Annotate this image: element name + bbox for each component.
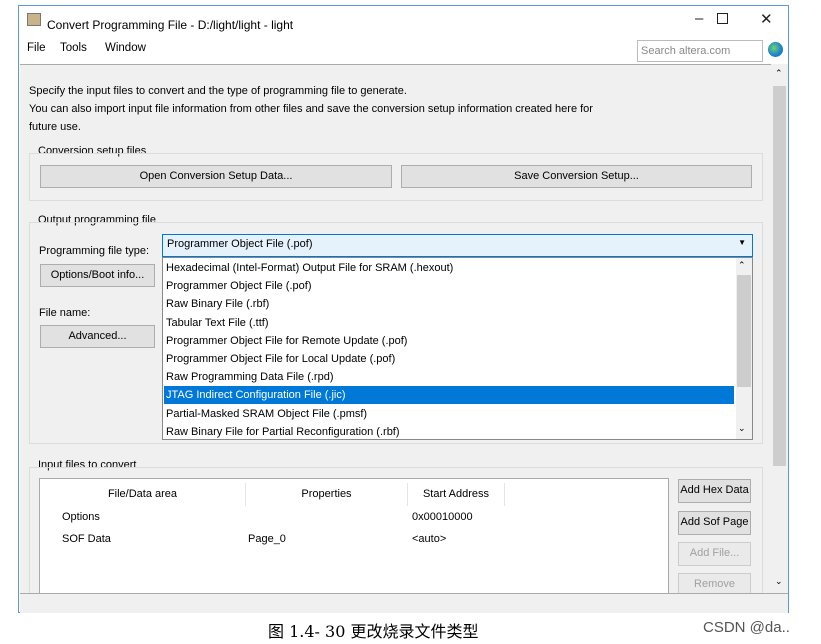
scroll-up-icon[interactable]: ⌃ <box>738 260 746 271</box>
file-type-option[interactable]: Raw Programming Data File (.rpd) <box>166 368 736 386</box>
file-type-option[interactable]: Raw Binary File (.rbf) <box>166 295 736 313</box>
column-header[interactable]: File/Data area <box>40 483 246 506</box>
column-header[interactable]: Properties <box>246 483 408 506</box>
app-icon <box>27 13 41 26</box>
file-type-option[interactable]: Partial-Masked SRAM Object File (.pmsf) <box>166 405 736 423</box>
dropdown-scroll-thumb[interactable] <box>737 275 751 387</box>
watermark: CSDN @da.. <box>703 619 790 636</box>
file-type-option[interactable]: Raw Binary File for Partial Reconfigurat… <box>166 423 736 441</box>
minimize-button[interactable]: – <box>695 10 703 27</box>
intro-text: Specify the input files to convert and t… <box>29 85 407 97</box>
options-boot-info-button[interactable]: Options/Boot info... <box>40 264 155 287</box>
file-type-option[interactable]: Tabular Text File (.ttf) <box>166 314 736 332</box>
intro-text: future use. <box>29 121 81 133</box>
convert-programming-file-window: Convert Programming File - D:/light/ligh… <box>18 5 789 613</box>
scroll-up-icon[interactable]: ⌃ <box>775 68 783 79</box>
column-header[interactable]: Start Address <box>408 483 505 506</box>
table-cell[interactable]: Options <box>62 511 100 523</box>
menu-window[interactable]: Window <box>105 42 146 54</box>
menu-file[interactable]: File <box>27 42 46 54</box>
main-scroll-thumb[interactable] <box>773 86 786 466</box>
add-hex-data-button[interactable]: Add Hex Data <box>678 479 751 503</box>
figure-caption: 图 1.4- 30 更改烧录文件类型 <box>268 622 479 641</box>
open-setup-button[interactable]: Open Conversion Setup Data... <box>40 165 392 188</box>
file-type-option[interactable]: Hexadecimal (Intel-Format) Output File f… <box>166 259 736 277</box>
file-name-label: File name: <box>39 307 91 319</box>
maximize-button[interactable] <box>717 13 728 24</box>
add-sof-page-button[interactable]: Add Sof Page <box>678 511 751 535</box>
globe-icon[interactable] <box>768 42 783 57</box>
dropdown-scrollbar[interactable]: ⌃ ⌄ <box>736 258 752 439</box>
table-cell[interactable]: 0x00010000 <box>412 511 473 523</box>
intro-text: You can also import input file informati… <box>29 103 593 115</box>
file-type-value: Programmer Object File (.pof) <box>167 238 313 250</box>
scroll-down-icon[interactable]: ⌄ <box>738 423 746 434</box>
file-type-select[interactable]: Programmer Object File (.pof) ▼ <box>162 234 753 257</box>
file-type-dropdown-list[interactable]: ⌃ ⌄ Hexadecimal (Intel-Format) Output Fi… <box>162 257 753 440</box>
scroll-down-icon[interactable]: ⌄ <box>775 576 783 587</box>
remove-button[interactable]: Remove <box>678 573 751 593</box>
advanced-button[interactable]: Advanced... <box>40 325 155 348</box>
window-title: Convert Programming File - D:/light/ligh… <box>47 18 294 32</box>
file-type-option[interactable]: JTAG Indirect Configuration File (.jic) <box>164 386 734 405</box>
file-type-option[interactable]: Programmer Object File for Remote Update… <box>166 332 736 350</box>
close-button[interactable]: ✕ <box>760 10 773 28</box>
table-cell[interactable]: SOF Data <box>62 533 111 545</box>
save-setup-button[interactable]: Save Conversion Setup... <box>401 165 752 188</box>
table-cell[interactable]: Page_0 <box>248 533 286 545</box>
file-type-option[interactable]: Programmer Object File (.pof) <box>166 277 736 295</box>
table-cell[interactable]: <auto> <box>412 533 446 545</box>
file-type-option[interactable]: Programmer Object File for Local Update … <box>166 350 736 368</box>
search-input[interactable]: Search altera.com <box>637 40 763 62</box>
status-bar <box>20 593 788 613</box>
file-type-label: Programming file type: <box>39 245 150 257</box>
chevron-down-icon: ▼ <box>738 238 746 247</box>
menu-tools[interactable]: Tools <box>60 42 87 54</box>
content-area: Specify the input files to convert and t… <box>20 64 771 593</box>
input-files-table[interactable]: File/Data area Properties Start Address … <box>39 478 669 593</box>
add-file-button[interactable]: Add File... <box>678 542 751 566</box>
